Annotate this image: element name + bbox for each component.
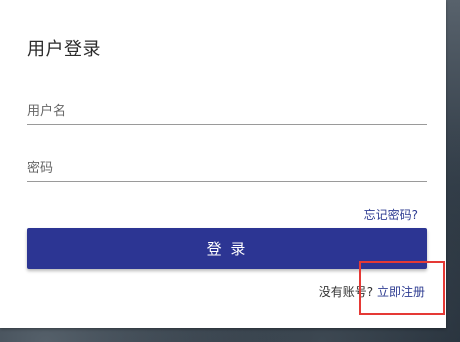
login-title: 用户登录 [27,39,101,60]
password-field-wrapper [27,155,427,182]
username-field-wrapper [27,98,427,125]
highlight-annotation-box [359,261,445,315]
forgot-password-link[interactable]: 忘记密码? [364,206,418,223]
username-input[interactable] [27,98,427,125]
password-input[interactable] [27,155,427,182]
